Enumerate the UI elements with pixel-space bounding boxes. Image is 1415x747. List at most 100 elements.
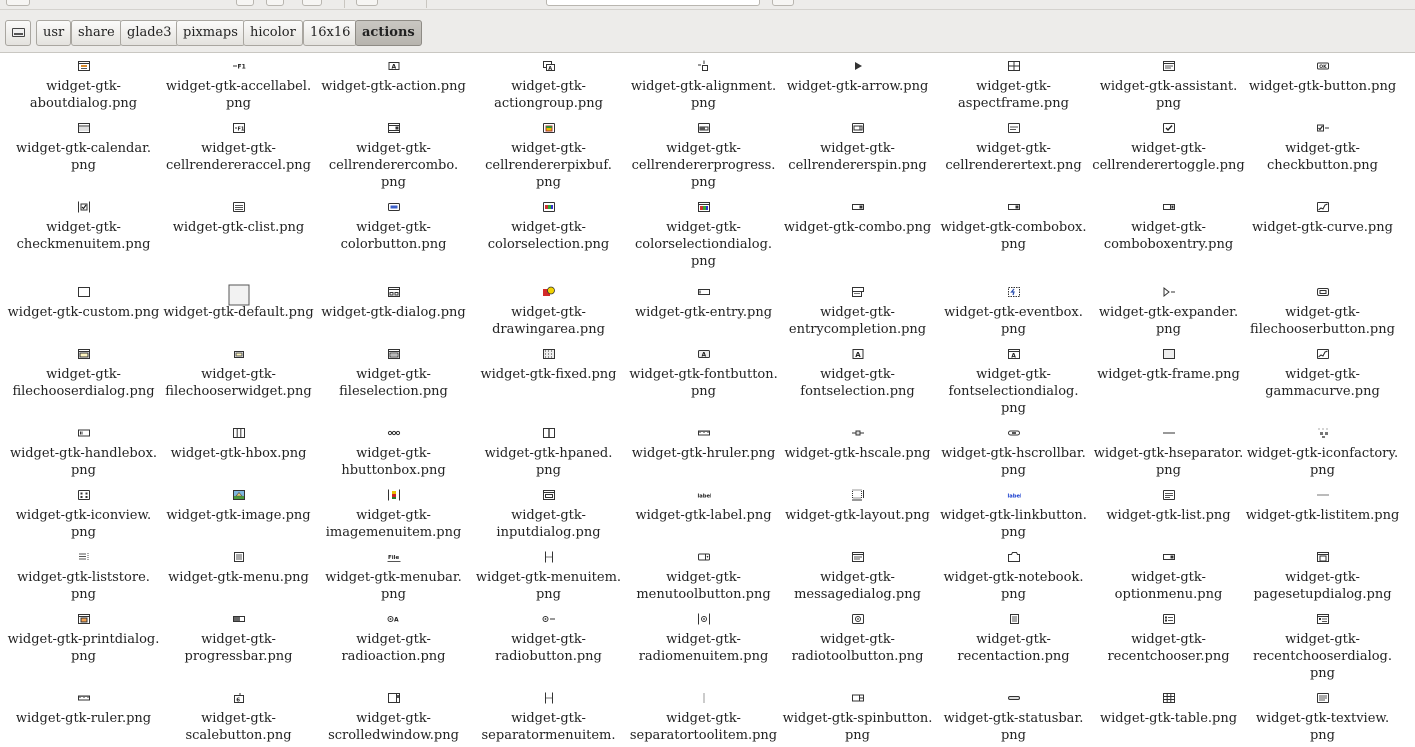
- file-item-drawingarea[interactable]: widget-gtk-drawingarea.png: [471, 286, 626, 338]
- file-item-clist[interactable]: widget-gtk-clist.png: [161, 201, 316, 236]
- file-item-spinbutton[interactable]: widget-gtk-spinbutton. png: [780, 692, 935, 744]
- file-item-recentchooser[interactable]: widget-gtk-recentchooser.png: [1091, 613, 1246, 665]
- file-item-inputdialog[interactable]: widget-gtk-inputdialog.png: [471, 489, 626, 541]
- file-item-radiomenuitem[interactable]: widget-gtk-radiomenuitem.png: [626, 613, 781, 665]
- file-icon-view[interactable]: widget-gtk-aboutdialog.png F1 widget-gtk-a…: [0, 54, 1415, 747]
- file-item-gammacurve[interactable]: widget-gtk-gammacurve.png: [1245, 348, 1400, 400]
- file-item-liststore[interactable]: widget-gtk-liststore. png: [6, 551, 161, 603]
- file-item-actiongroup[interactable]: Awidget-gtk-actiongroup.png: [471, 60, 626, 112]
- back-button[interactable]: [6, 0, 30, 6]
- location-entry[interactable]: [546, 0, 760, 6]
- file-item-hpaned[interactable]: widget-gtk-hpaned. png: [471, 427, 626, 479]
- file-item-alignment[interactable]: widget-gtk-alignment. png: [626, 60, 781, 112]
- file-item-handlebox[interactable]: widget-gtk-handlebox. png: [6, 427, 161, 479]
- file-item-cellrenderercombo[interactable]: widget-gtk-cellrenderercombo. png: [316, 122, 471, 191]
- file-item-notebook[interactable]: widget-gtk-notebook. png: [936, 551, 1091, 603]
- file-item-colorbutton[interactable]: widget-gtk-colorbutton.png: [316, 201, 471, 253]
- file-item-default[interactable]: widget-gtk-default.png: [161, 284, 316, 321]
- file-item-fontbutton[interactable]: Awidget-gtk-fontbutton. png: [626, 348, 781, 400]
- search-button[interactable]: [302, 0, 322, 6]
- file-item-filechooserwidget[interactable]: widget-gtk-filechooserwidget.png: [161, 348, 316, 400]
- file-item-hbox[interactable]: widget-gtk-hbox.png: [161, 427, 316, 462]
- file-item-ruler[interactable]: widget-gtk-ruler.png: [6, 692, 161, 727]
- file-item-hscale[interactable]: widget-gtk-hscale.png: [780, 427, 935, 462]
- file-item-separatormenuitem[interactable]: widget-gtk-separatormenuitem.: [471, 692, 626, 744]
- file-item-fontselection[interactable]: Awidget-gtk-fontselection.png: [780, 348, 935, 400]
- file-item-accellabel[interactable]: F1 widget-gtk-accellabel. png: [161, 60, 316, 112]
- file-item-separatortoolitem[interactable]: widget-gtk-separatortoolitem.png: [626, 692, 781, 744]
- path-crumb-actions[interactable]: actions: [355, 20, 422, 46]
- file-item-scrolledwindow[interactable]: widget-gtk-scrolledwindow.png: [316, 692, 471, 744]
- file-item-table[interactable]: widget-gtk-table.png: [1091, 692, 1246, 727]
- file-item-menu[interactable]: widget-gtk-menu.png: [161, 551, 316, 586]
- file-item-curve[interactable]: widget-gtk-curve.png: [1245, 201, 1400, 236]
- file-item-checkmenuitem[interactable]: widget-gtk-checkmenuitem.png: [6, 201, 161, 253]
- file-item-cellrendereraccel[interactable]: F1 widget-gtk-cellrendereraccel.png: [161, 122, 316, 174]
- file-item-calendar[interactable]: widget-gtk-calendar. png: [6, 122, 161, 174]
- file-item-filechooserbutton[interactable]: widget-gtk-filechooserbutton.png: [1245, 286, 1400, 338]
- file-item-linkbutton[interactable]: label widget-gtk-linkbutton. png: [936, 489, 1091, 541]
- file-item-dialog[interactable]: widget-gtk-dialog.png: [316, 286, 471, 321]
- file-item-expander[interactable]: widget-gtk-expander. png: [1091, 286, 1246, 338]
- file-item-menuitem[interactable]: widget-gtk-menuitem. png: [471, 551, 626, 603]
- file-item-button[interactable]: OK widget-gtk-button.png: [1245, 60, 1400, 95]
- home-button[interactable]: [236, 0, 254, 6]
- file-item-action[interactable]: Awidget-gtk-action.png: [316, 60, 471, 95]
- file-item-combobox[interactable]: widget-gtk-combobox. png: [936, 201, 1091, 253]
- path-crumb-share[interactable]: share: [71, 20, 122, 46]
- file-item-colorselection[interactable]: widget-gtk-colorselection.png: [471, 201, 626, 253]
- file-item-messagedialog[interactable]: widget-gtk-messagedialog.png: [780, 551, 935, 603]
- file-item-layout[interactable]: widget-gtk-layout.png: [780, 489, 935, 524]
- file-item-cellrendererspin[interactable]: widget-gtk-cellrendererspin.png: [780, 122, 935, 174]
- path-crumb-root[interactable]: [5, 20, 31, 46]
- path-crumb-pixmaps[interactable]: pixmaps: [176, 20, 245, 46]
- file-item-pagesetupdialog[interactable]: widget-gtk-pagesetupdialog.png: [1245, 551, 1400, 603]
- file-item-progressbar[interactable]: widget-gtk-progressbar.png: [161, 613, 316, 665]
- file-item-list[interactable]: widget-gtk-list.png: [1091, 489, 1246, 524]
- file-item-image[interactable]: widget-gtk-image.png: [161, 489, 316, 524]
- file-item-textview[interactable]: widget-gtk-textview. png: [1245, 692, 1400, 744]
- file-item-iconview[interactable]: widget-gtk-iconview. png: [6, 489, 161, 541]
- file-item-recentchooserdialog[interactable]: widget-gtk-recentchooserdialog. png: [1245, 613, 1400, 682]
- file-item-menubar[interactable]: File widget-gtk-menubar. png: [316, 551, 471, 603]
- path-crumb-16x16[interactable]: 16x16: [303, 20, 358, 46]
- file-item-filechooserdialog[interactable]: widget-gtk-filechooserdialog.png: [6, 348, 161, 400]
- file-item-entrycompletion[interactable]: widget-gtk-entrycompletion.png: [780, 286, 935, 338]
- file-item-custom[interactable]: widget-gtk-custom.png: [6, 286, 161, 321]
- file-item-aboutdialog[interactable]: widget-gtk-aboutdialog.png: [6, 60, 161, 112]
- file-item-statusbar[interactable]: widget-gtk-statusbar. png: [936, 692, 1091, 744]
- file-item-eventbox[interactable]: widget-gtk-eventbox. png: [936, 286, 1091, 338]
- file-item-label[interactable]: label widget-gtk-label.png: [626, 489, 781, 524]
- file-item-menutoolbutton[interactable]: widget-gtk-menutoolbutton.png: [626, 551, 781, 603]
- file-item-assistant[interactable]: widget-gtk-assistant. png: [1091, 60, 1246, 112]
- file-item-aspectframe[interactable]: widget-gtk-aspectframe.png: [936, 60, 1091, 112]
- file-item-entry[interactable]: widget-gtk-entry.png: [626, 286, 781, 321]
- file-item-iconfactory[interactable]: widget-gtk-iconfactory. png: [1245, 427, 1400, 479]
- file-item-radiobutton[interactable]: widget-gtk-radiobutton.png: [471, 613, 626, 665]
- file-item-listitem[interactable]: widget-gtk-listitem.png: [1245, 489, 1400, 524]
- file-item-comboboxentry[interactable]: widget-gtk-comboboxentry.png: [1091, 201, 1246, 253]
- file-item-fileselection[interactable]: widget-gtk-fileselection.png: [316, 348, 471, 400]
- file-item-cellrendererprogress[interactable]: widget-gtk-cellrendererprogress. png: [626, 122, 781, 191]
- file-item-colorselectiondialog[interactable]: widget-gtk-colorselectiondialog. png: [626, 201, 781, 270]
- file-item-optionmenu[interactable]: widget-gtk-optionmenu.png: [1091, 551, 1246, 603]
- computer-button[interactable]: [266, 0, 284, 6]
- file-item-hscrollbar[interactable]: widget-gtk-hscrollbar. png: [936, 427, 1091, 479]
- file-item-hruler[interactable]: widget-gtk-hruler.png: [626, 427, 781, 462]
- file-item-cellrendererpixbuf[interactable]: widget-gtk-cellrendererpixbuf. png: [471, 122, 626, 191]
- file-item-arrow[interactable]: widget-gtk-arrow.png: [780, 60, 935, 95]
- file-item-frame[interactable]: widget-gtk-frame.png: [1091, 348, 1246, 383]
- icon-view-button[interactable]: [356, 0, 378, 6]
- file-item-combo[interactable]: widget-gtk-combo.png: [780, 201, 935, 236]
- file-item-fontselectiondialog[interactable]: Awidget-gtk-fontselectiondialog. png: [936, 348, 1091, 417]
- path-crumb-hicolor[interactable]: hicolor: [243, 20, 303, 46]
- file-item-hbuttonbox[interactable]: widget-gtk-hbuttonbox.png: [316, 427, 471, 479]
- view-toggle-button[interactable]: [772, 0, 794, 6]
- file-item-scalebutton[interactable]: 6 widget-gtk-scalebutton.png: [161, 692, 316, 744]
- file-item-radiotoolbutton[interactable]: widget-gtk-radiotoolbutton.png: [780, 613, 935, 665]
- file-item-recentaction[interactable]: widget-gtk-recentaction.png: [936, 613, 1091, 665]
- file-item-cellrenderertoggle[interactable]: widget-gtk-cellrenderertoggle.png: [1091, 122, 1246, 174]
- file-item-cellrenderertext[interactable]: widget-gtk-cellrenderertext.png: [936, 122, 1091, 174]
- path-crumb-usr[interactable]: usr: [36, 20, 72, 46]
- file-item-fixed[interactable]: widget-gtk-fixed.png: [471, 348, 626, 383]
